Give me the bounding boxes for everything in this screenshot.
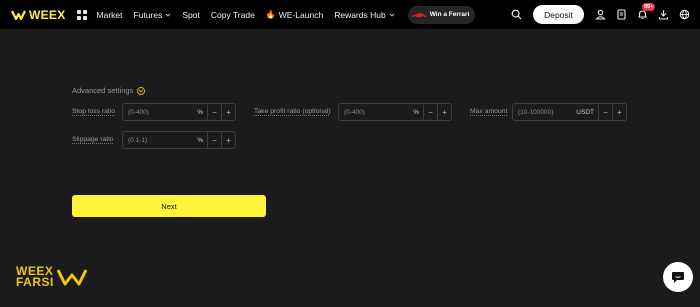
nav-spot[interactable]: Spot xyxy=(182,10,200,20)
slippage-decrement-button[interactable]: − xyxy=(207,132,221,148)
advanced-settings-toggle[interactable]: Advanced settings xyxy=(72,86,146,95)
user-icon[interactable] xyxy=(595,9,606,20)
slippage-label: Slippage ratio xyxy=(72,136,114,143)
top-navigation-bar: WEEX Market Futures Spot Copy Trade 🔥 WE… xyxy=(0,0,700,29)
nav-we-launch-label: WE-Launch xyxy=(278,9,324,20)
chevron-down-icon xyxy=(389,13,395,17)
take-profit-input[interactable]: (0-400) % − + xyxy=(338,103,452,121)
max-amount-unit: USDT xyxy=(576,108,594,116)
notifications[interactable]: 99+ xyxy=(637,3,656,20)
stop-loss-label: Stop loss ratio xyxy=(72,108,116,115)
nav-rewards-hub-label: Rewards Hub xyxy=(334,9,386,20)
nav-we-launch[interactable]: 🔥 WE-Launch xyxy=(266,10,323,20)
stop-loss-placeholder: (0-400) xyxy=(128,108,149,116)
promo-label: Win a Ferrari xyxy=(429,11,470,18)
brand-text: WEEX FARSI xyxy=(16,265,54,289)
weex-farsi-brand: WEEX FARSI xyxy=(16,265,88,289)
logo-text: WEEX xyxy=(29,7,66,22)
search-icon[interactable] xyxy=(511,9,522,20)
take-profit-decrement-button[interactable]: − xyxy=(423,104,437,120)
apps-grid-icon[interactable] xyxy=(76,9,87,20)
max-amount-increment-button[interactable]: + xyxy=(612,104,626,120)
nav-futures[interactable]: Futures xyxy=(134,10,172,20)
take-profit-label: Take profit ratio (optional) xyxy=(254,108,331,115)
weex-mark-icon xyxy=(56,269,88,286)
nav-rewards-hub[interactable]: Rewards Hub xyxy=(334,10,395,20)
nav-copy-trade-label: Copy Trade xyxy=(210,9,255,20)
slippage-unit: % xyxy=(197,136,203,144)
chat-support-button[interactable] xyxy=(663,262,693,292)
take-profit-placeholder: (0-400) xyxy=(344,108,365,116)
win-ferrari-promo[interactable]: Win a Ferrari xyxy=(407,5,476,24)
stop-loss-increment-button[interactable]: + xyxy=(221,104,235,120)
notification-badge: 99+ xyxy=(642,3,656,11)
stop-loss-unit: % xyxy=(197,108,203,116)
header-actions: Deposit 99+ xyxy=(511,3,690,24)
weex-logo-icon xyxy=(11,10,26,20)
take-profit-increment-button[interactable]: + xyxy=(437,104,451,120)
next-button[interactable]: Next xyxy=(72,195,266,217)
fire-icon: 🔥 xyxy=(265,10,276,19)
chevron-down-icon xyxy=(166,13,171,17)
max-amount-decrement-button[interactable]: − xyxy=(598,104,612,120)
download-icon[interactable] xyxy=(658,9,669,20)
max-amount-placeholder: (10-100000) xyxy=(518,108,554,116)
stop-loss-input[interactable]: (0-400) % − + xyxy=(122,103,236,121)
weex-logo[interactable]: WEEX xyxy=(11,8,66,22)
nav-spot-label: Spot xyxy=(182,9,200,20)
chat-bubble-icon xyxy=(672,271,684,283)
max-amount-label: Max amount xyxy=(470,108,508,115)
deposit-button[interactable]: Deposit xyxy=(533,5,584,24)
main-nav: Market Futures Spot Copy Trade 🔥 WE-Laun… xyxy=(97,5,476,24)
nav-market[interactable]: Market xyxy=(97,10,123,20)
advanced-settings-title: Advanced settings xyxy=(72,86,134,95)
nav-market-label: Market xyxy=(96,9,123,20)
max-amount-input[interactable]: (10-100000) USDT − + xyxy=(512,103,627,121)
take-profit-unit: % xyxy=(413,108,419,116)
nav-futures-label: Futures xyxy=(133,9,163,20)
slippage-input[interactable]: (0.1-1) % − + xyxy=(122,131,236,149)
slippage-placeholder: (0.1-1) xyxy=(128,136,148,144)
slippage-increment-button[interactable]: + xyxy=(221,132,235,148)
globe-icon[interactable] xyxy=(679,9,690,20)
ferrari-car-icon xyxy=(411,12,426,18)
orders-icon[interactable] xyxy=(616,9,627,20)
brand-line-2: FARSI xyxy=(16,275,54,289)
chevron-down-icon xyxy=(137,86,146,95)
stop-loss-decrement-button[interactable]: − xyxy=(207,104,221,120)
nav-copy-trade[interactable]: Copy Trade xyxy=(211,10,255,20)
